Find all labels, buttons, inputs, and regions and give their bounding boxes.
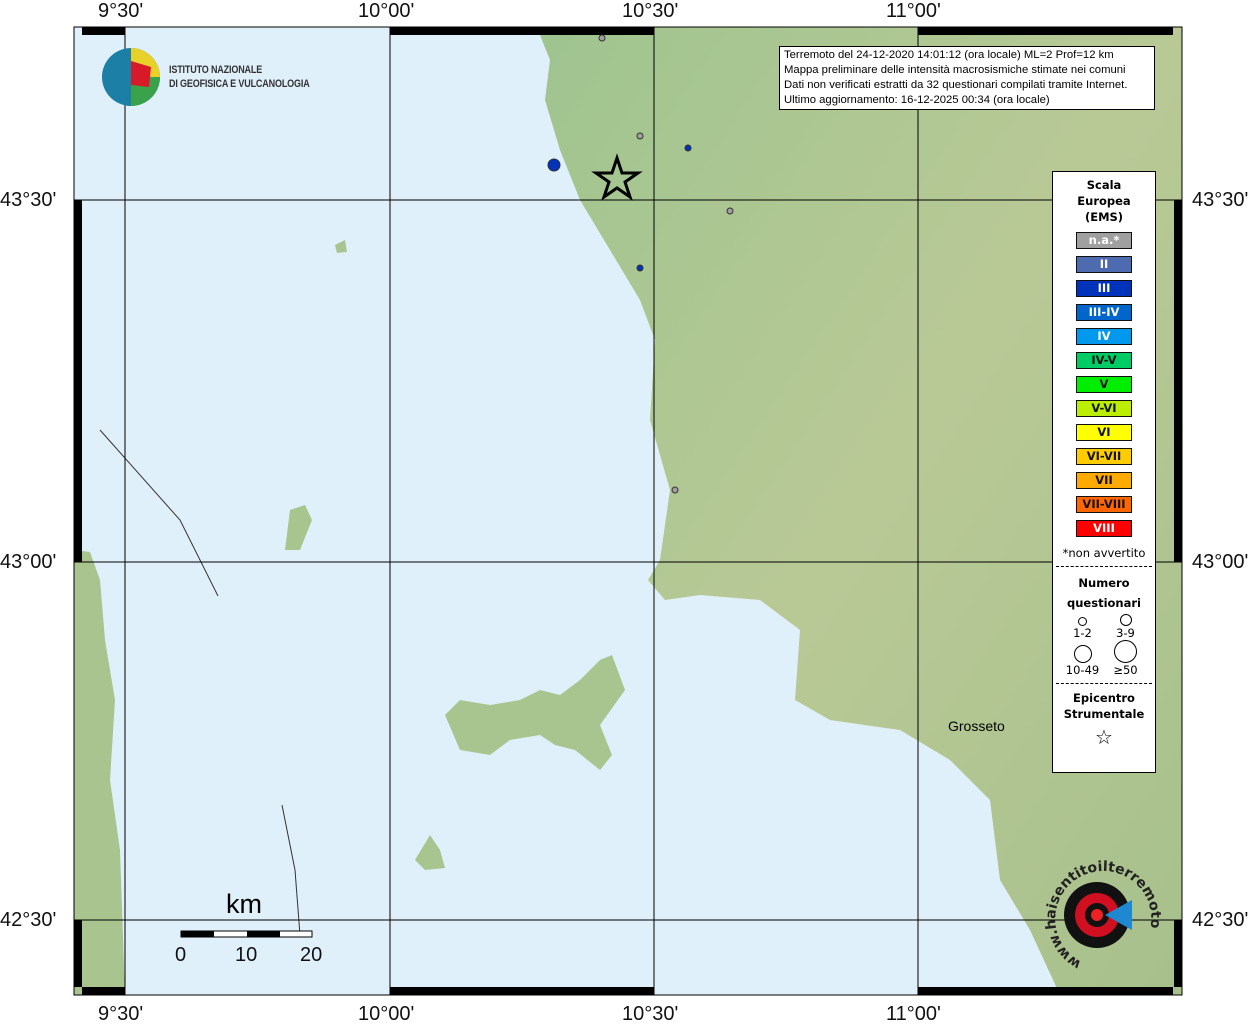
star-icon: ☆ xyxy=(1095,725,1113,749)
ems-class-swatch: III xyxy=(1076,280,1132,297)
ems-class-swatch: III-IV xyxy=(1076,304,1132,321)
ems-scale: n.a.* II III III-IV IV IV-V V V-VI VI VI-VII VII VI… xyxy=(1053,232,1155,537)
lon-label: 11°00' xyxy=(886,1003,941,1025)
event-summary: Terremoto del 24-12-2020 14:01:12 (ora l… xyxy=(784,49,1114,61)
count-label: ≥50 xyxy=(1113,663,1138,677)
legend-title: (EMS) xyxy=(1084,210,1124,224)
legend: Scala Europea (EMS) n.a.* II III III-IV IV IV-V… xyxy=(1052,171,1156,773)
lon-label: 9°30' xyxy=(98,1003,144,1025)
ems-class-swatch: V xyxy=(1076,376,1132,393)
ingv-logo: ISTITUTO NAZIONALE DI GEOFISICA E VULCANO… xyxy=(101,47,340,107)
lat-label: 43°00' xyxy=(1192,551,1249,573)
lon-label: 10°00' xyxy=(358,1003,415,1025)
ems-class-swatch: IV xyxy=(1076,328,1132,345)
lon-label: 9°30' xyxy=(98,0,144,22)
scale-tick: 0 xyxy=(175,944,187,966)
ems-class-swatch: V-VI xyxy=(1076,400,1132,417)
point-na[interactable] xyxy=(598,34,606,42)
ems-class-swatch: n.a.* xyxy=(1076,232,1132,249)
logo-line2: DI GEOFISICA E VULCANOLOGIA xyxy=(169,78,310,90)
logo-line1: ISTITUTO NAZIONALE xyxy=(169,64,263,76)
point-iii[interactable] xyxy=(684,144,692,152)
scale-bar xyxy=(180,930,313,938)
lat-label: 42°30' xyxy=(0,909,57,931)
point-na[interactable] xyxy=(726,207,734,215)
ems-class-swatch: VII-VIII xyxy=(1076,496,1132,513)
map-description: Mappa preliminare delle intensità macros… xyxy=(784,64,1126,76)
scale-tick: 20 xyxy=(300,944,323,966)
count-label: 3-9 xyxy=(1116,626,1135,640)
lat-label: 43°00' xyxy=(0,551,57,573)
scale-tick: 10 xyxy=(235,944,258,966)
ems-class-swatch: VI xyxy=(1076,424,1132,441)
place-label-grosseto: Grosseto xyxy=(948,718,1005,734)
lat-label: 42°30' xyxy=(1192,909,1249,931)
point-iii[interactable] xyxy=(547,158,561,172)
globe-icon xyxy=(102,48,160,106)
scale-unit: km xyxy=(226,889,262,919)
legend-note: *non avvertito xyxy=(1062,546,1146,560)
point-iii[interactable] xyxy=(636,264,644,272)
lon-label: 11°00' xyxy=(886,0,941,22)
count-title: Numero xyxy=(1078,576,1130,590)
ems-class-swatch: VI-VII xyxy=(1076,448,1132,465)
legend-title: Europea xyxy=(1077,194,1131,208)
ems-class-swatch: II xyxy=(1076,256,1132,273)
epicenter-title: Strumentale xyxy=(1063,707,1145,721)
count-title: questionari xyxy=(1067,596,1141,610)
point-na[interactable] xyxy=(636,132,644,140)
epicenter-title: Epicentro xyxy=(1073,691,1135,705)
lon-label: 10°00' xyxy=(358,0,415,22)
ems-class-swatch: VIII xyxy=(1076,520,1132,537)
ems-class-swatch: IV-V xyxy=(1076,352,1132,369)
data-note: Dati non verificati estratti da 32 quest… xyxy=(784,79,1128,91)
event-info-box: Terremoto del 24-12-2020 14:01:12 (ora l… xyxy=(779,46,1155,110)
ems-class-swatch: VII xyxy=(1076,472,1132,489)
lon-label: 10°30' xyxy=(622,1003,679,1025)
lat-label: 43°30' xyxy=(1192,189,1249,211)
count-label: 1-2 xyxy=(1073,626,1092,640)
count-label: 10-49 xyxy=(1065,663,1100,677)
point-na[interactable] xyxy=(671,486,679,494)
last-update: Ultimo aggiornamento: 16-12-2025 00:34 (… xyxy=(784,94,1050,106)
legend-title: Scala xyxy=(1086,178,1122,192)
lat-label: 43°30' xyxy=(0,189,57,211)
lon-label: 10°30' xyxy=(622,0,679,22)
